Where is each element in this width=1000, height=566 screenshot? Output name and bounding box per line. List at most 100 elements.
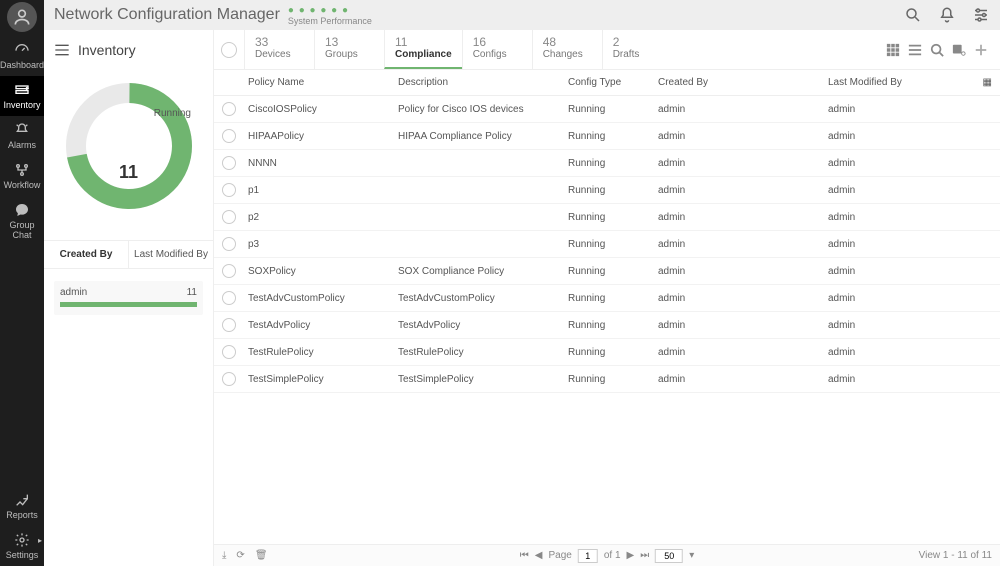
col-policy-name[interactable]: Policy Name [244, 77, 394, 88]
row-checkbox[interactable] [222, 237, 236, 251]
pager-next-icon[interactable]: ▶ [627, 550, 635, 561]
search-icon[interactable] [904, 6, 922, 24]
gauge-icon [12, 42, 32, 58]
filter-icon[interactable] [952, 43, 966, 57]
side-tab-modified-by[interactable]: Last Modified By [128, 241, 213, 268]
cell-config: Running [564, 131, 654, 142]
donut-chart[interactable]: Running 11 [44, 70, 213, 240]
hamburger-icon[interactable] [54, 44, 70, 56]
tab-compliance[interactable]: 11Compliance [384, 30, 462, 69]
cell-modified: admin [824, 266, 974, 277]
row-checkbox[interactable] [222, 156, 236, 170]
side-panel: Inventory Running 11 Created By Last Mod… [44, 30, 214, 566]
cell-desc: TestRulePolicy [394, 347, 564, 358]
row-checkbox[interactable] [222, 345, 236, 359]
nav-alarms[interactable]: Alarms [0, 116, 44, 156]
table-row[interactable]: HIPAAPolicyHIPAA Compliance PolicyRunnin… [214, 123, 1000, 150]
search-table-icon[interactable] [930, 43, 944, 57]
cell-modified: admin [824, 239, 974, 250]
cell-modified: admin [824, 158, 974, 169]
cell-created: admin [654, 320, 824, 331]
filter-value: 11 [187, 287, 197, 298]
cell-modified: admin [824, 104, 974, 115]
nav-settings[interactable]: Settings ▸ [0, 526, 44, 566]
inventory-icon [12, 82, 32, 98]
nav-label: Group Chat [9, 220, 34, 240]
table-row[interactable]: p1Runningadminadmin [214, 177, 1000, 204]
nav-label: Reports [6, 510, 38, 520]
tab-devices[interactable]: 33Devices [244, 30, 314, 69]
footer-tool-export-icon[interactable]: ⤓ [222, 550, 226, 561]
cell-config: Running [564, 212, 654, 223]
select-all-checkbox[interactable] [221, 42, 237, 58]
table-footer: ⤓ ⟳ 🗑 ⏮ ◀ Page of 1 ▶ ⏭ ▾ [214, 544, 1000, 566]
bell-icon[interactable] [938, 6, 956, 24]
tab-configs[interactable]: 16Configs [462, 30, 532, 69]
perf-dots-icon: ● ● ● ● ● ● [288, 5, 349, 16]
table-row[interactable]: TestSimplePolicyTestSimplePolicyRunninga… [214, 366, 1000, 393]
filter-row-admin[interactable]: admin 11 [54, 281, 203, 315]
table-row[interactable]: CiscoIOSPolicyPolicy for Cisco IOS devic… [214, 96, 1000, 123]
reports-icon [12, 492, 32, 508]
row-checkbox[interactable] [222, 372, 236, 386]
col-modified-by[interactable]: Last Modified By [824, 77, 974, 88]
table-row[interactable]: SOXPolicySOX Compliance PolicyRunningadm… [214, 258, 1000, 285]
table-row[interactable]: p3Runningadminadmin [214, 231, 1000, 258]
system-performance[interactable]: ● ● ● ● ● ● System Performance [288, 5, 372, 26]
table-header: Policy Name Description Config Type Crea… [214, 70, 1000, 96]
row-checkbox[interactable] [222, 291, 236, 305]
table-row[interactable]: p2Runningadminadmin [214, 204, 1000, 231]
row-checkbox[interactable] [222, 318, 236, 332]
pager-last-icon[interactable]: ⏭ [640, 550, 649, 561]
content-area: 33Devices 13Groups 11Compliance 16Config… [214, 30, 1000, 566]
cell-created: admin [654, 158, 824, 169]
row-checkbox[interactable] [222, 129, 236, 143]
cell-policy: TestAdvCustomPolicy [244, 293, 394, 304]
nav-inventory[interactable]: Inventory [0, 76, 44, 116]
row-checkbox[interactable] [222, 264, 236, 278]
cell-config: Running [564, 347, 654, 358]
col-description[interactable]: Description [394, 77, 564, 88]
table-row[interactable]: TestAdvPolicyTestAdvPolicyRunningadminad… [214, 312, 1000, 339]
table-row[interactable]: TestRulePolicyTestRulePolicyRunningadmin… [214, 339, 1000, 366]
table-row[interactable]: NNNNRunningadminadmin [214, 150, 1000, 177]
cell-policy: HIPAAPolicy [244, 131, 394, 142]
cell-config: Running [564, 266, 654, 277]
view-grid-icon[interactable] [886, 43, 900, 57]
side-tab-created-by[interactable]: Created By [44, 241, 128, 268]
pager-size-dropdown-icon[interactable]: ▾ [689, 550, 694, 561]
col-config-type[interactable]: Config Type [564, 77, 654, 88]
pager-word: Page [548, 550, 571, 561]
col-created-by[interactable]: Created By [654, 77, 824, 88]
column-options-icon[interactable]: ▦ [974, 77, 1000, 88]
view-list-icon[interactable] [908, 43, 922, 57]
cell-created: admin [654, 212, 824, 223]
cell-policy: CiscoIOSPolicy [244, 104, 394, 115]
pager-prev-icon[interactable]: ◀ [535, 550, 543, 561]
footer-tool-delete-icon[interactable]: 🗑 [255, 550, 268, 561]
table-row[interactable]: TestAdvCustomPolicyTestAdvCustomPolicyRu… [214, 285, 1000, 312]
cell-config: Running [564, 320, 654, 331]
nav-reports[interactable]: Reports [0, 486, 44, 526]
cell-created: admin [654, 239, 824, 250]
cell-modified: admin [824, 320, 974, 331]
pager-page-input[interactable] [578, 549, 598, 563]
nav-workflow[interactable]: Workflow [0, 156, 44, 196]
add-icon[interactable] [974, 43, 988, 57]
row-checkbox[interactable] [222, 210, 236, 224]
settings-sliders-icon[interactable] [972, 6, 990, 24]
row-checkbox[interactable] [222, 183, 236, 197]
cell-config: Running [564, 104, 654, 115]
avatar[interactable] [7, 2, 37, 32]
pager-size-input[interactable] [655, 549, 683, 563]
row-checkbox[interactable] [222, 102, 236, 116]
footer-tool-refresh-icon[interactable]: ⟳ [236, 550, 244, 561]
tab-groups[interactable]: 13Groups [314, 30, 384, 69]
tab-drafts[interactable]: 2Drafts [602, 30, 672, 69]
tab-changes[interactable]: 48Changes [532, 30, 602, 69]
side-title: Inventory [78, 42, 136, 58]
nav-groupchat[interactable]: Group Chat [0, 196, 44, 246]
nav-dashboard[interactable]: Dashboard [0, 36, 44, 76]
pager-first-icon[interactable]: ⏮ [520, 550, 529, 561]
pager-of: of 1 [604, 550, 621, 561]
